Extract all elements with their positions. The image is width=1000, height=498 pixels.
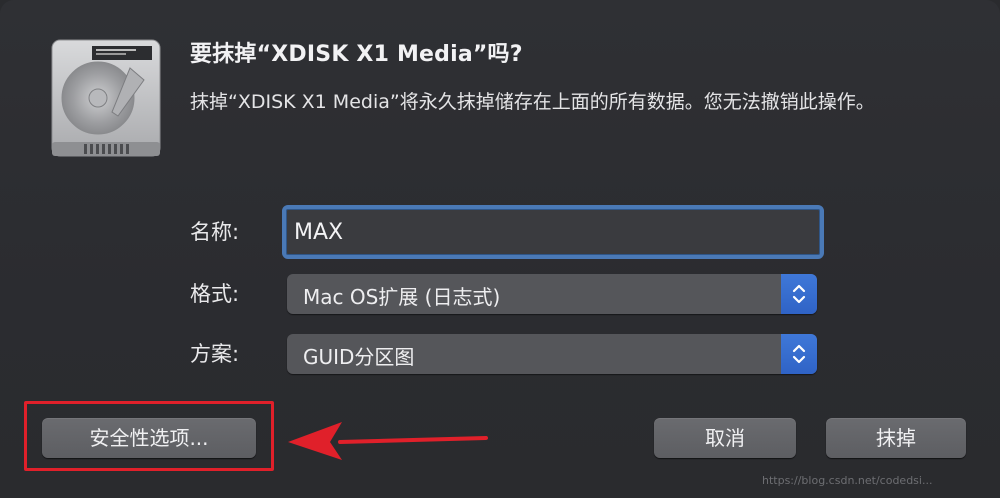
cancel-button[interactable]: 取消 [654, 418, 796, 458]
chevron-updown-icon[interactable] [781, 274, 817, 314]
scheme-select-value: GUID分区图 [303, 345, 415, 369]
dialog-message: 抹掉“XDISK X1 Media”将永久抹掉储存在上面的所有数据。您无法撤销此… [190, 91, 875, 113]
scheme-label: 方案: [190, 342, 240, 366]
dialog-title: 要抹掉“XDISK X1 Media”吗? [190, 42, 523, 67]
format-label: 格式: [190, 282, 240, 306]
security-options-button[interactable]: 安全性选项... [42, 418, 256, 458]
chevron-updown-icon[interactable] [781, 334, 817, 374]
erase-dialog: 要抹掉“XDISK X1 Media”吗? 抹掉“XDISK X1 Media”… [0, 0, 1000, 498]
name-input[interactable] [286, 209, 820, 255]
name-label: 名称: [190, 220, 240, 244]
arrow-annotation-icon [280, 418, 490, 466]
hard-disk-icon [48, 38, 164, 158]
erase-button[interactable]: 抹掉 [826, 418, 966, 458]
format-select[interactable]: Mac OS扩展 (日志式) [287, 274, 817, 314]
watermark: https://blog.csdn.net/codedsi... [762, 474, 933, 487]
format-select-value: Mac OS扩展 (日志式) [303, 285, 501, 309]
scheme-select[interactable]: GUID分区图 [287, 334, 817, 374]
name-field[interactable] [282, 205, 824, 259]
